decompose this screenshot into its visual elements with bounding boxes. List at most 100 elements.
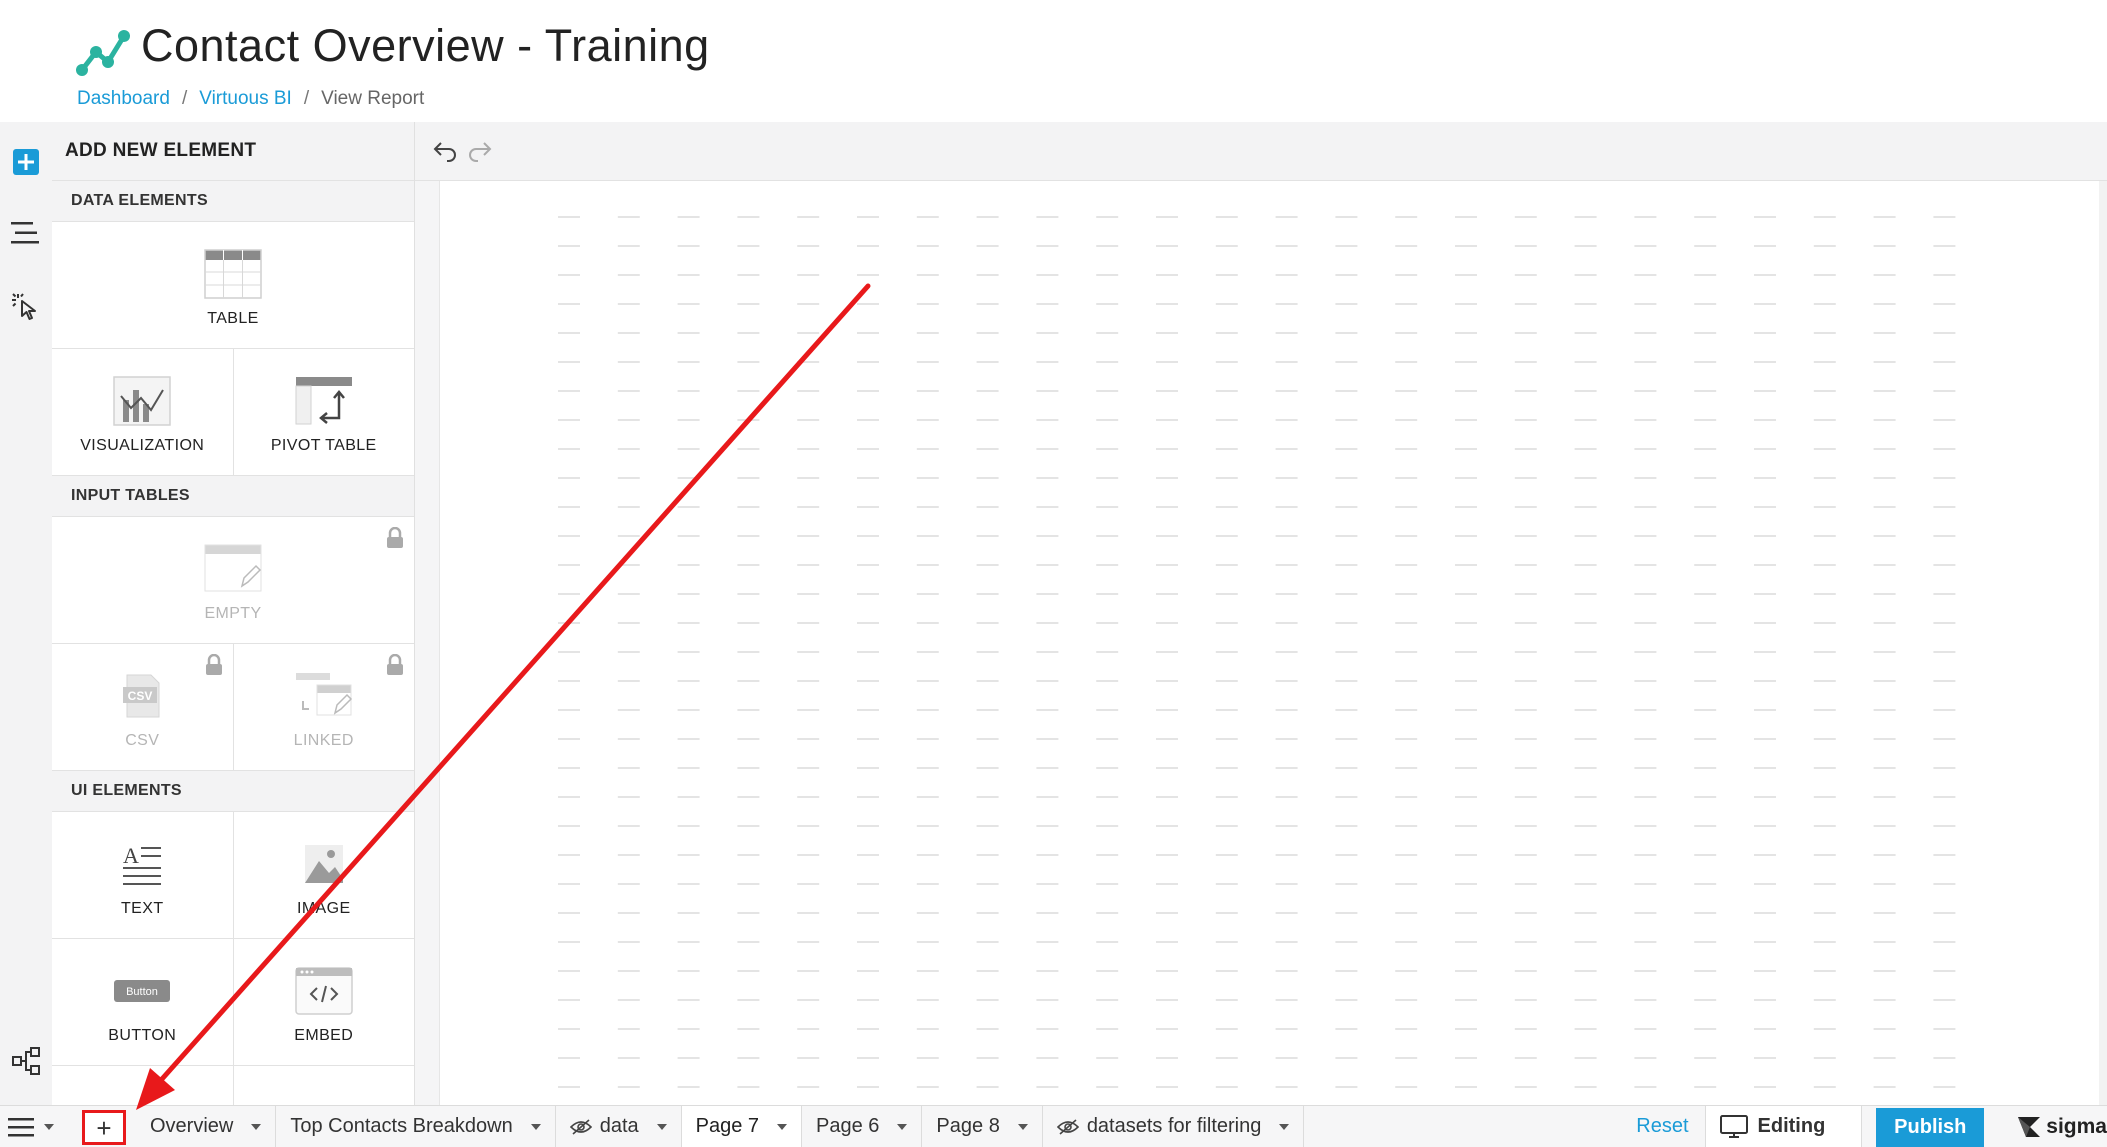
breadcrumb-virtuous-bi[interactable]: Virtuous BI — [199, 88, 292, 109]
visualization-tile[interactable]: VISUALIZATION — [52, 349, 233, 475]
tab-label: Overview — [150, 1115, 234, 1137]
tab-label: Page 6 — [816, 1115, 880, 1137]
sigma-brand: sigma — [1984, 1106, 2107, 1147]
editing-label: Editing — [1757, 1115, 1826, 1137]
embed-tile[interactable]: EMBED — [232, 939, 414, 1065]
chevron-down-icon[interactable] — [1017, 1123, 1028, 1130]
panel-title: ADD NEW ELEMENT — [52, 122, 414, 181]
tab-page-8[interactable]: Page 8 — [922, 1106, 1043, 1147]
tile-label-button: BUTTON — [108, 1027, 177, 1044]
hidden-eye-icon — [569, 1118, 592, 1135]
publish-button[interactable]: Publish — [1876, 1108, 1985, 1147]
redo-icon — [469, 142, 492, 162]
reset-button[interactable]: Reset — [1620, 1106, 1704, 1147]
tab-top-contacts-breakdown[interactable]: Top Contacts Breakdown — [276, 1106, 556, 1147]
csv-icon: CSV — [112, 670, 172, 722]
tile-label-pivot-table: PIVOT TABLE — [270, 437, 377, 454]
page-tab-bar: + Overview Top Contacts Breakdown data P… — [0, 1105, 2107, 1147]
pivot-table-icon — [294, 375, 354, 427]
breadcrumb-separator: / — [303, 88, 310, 109]
outline-button[interactable] — [7, 214, 45, 252]
outline-icon — [11, 222, 39, 244]
add-element-panel: ADD NEW ELEMENT DATA ELEMENTS TABLE VISU… — [52, 122, 415, 1105]
select-element-button[interactable] — [7, 287, 45, 325]
table-tile[interactable]: TABLE — [52, 222, 414, 348]
canvas-toolbar — [415, 122, 2107, 181]
canvas-scrollbar[interactable] — [2099, 181, 2107, 1105]
tile-label-text: TEXT — [121, 900, 164, 917]
empty-input-table-tile[interactable]: EMPTY — [52, 517, 414, 643]
embed-icon — [294, 965, 354, 1017]
tab-page-6[interactable]: Page 6 — [802, 1106, 923, 1147]
svg-text:Button: Button — [126, 986, 158, 998]
linked-tile[interactable]: LINKED — [232, 644, 414, 770]
tile-label-csv: CSV — [125, 732, 160, 749]
breadcrumb-separator: / — [181, 88, 188, 109]
text-icon: A — [112, 838, 172, 890]
tile-label-image: IMAGE — [296, 900, 351, 917]
chevron-down-icon[interactable] — [656, 1123, 667, 1130]
tile-label-embed: EMBED — [294, 1027, 354, 1044]
select-pointer-icon — [12, 293, 36, 320]
redo-button[interactable] — [465, 136, 495, 166]
svg-text:CSV: CSV — [128, 689, 153, 703]
chevron-down-icon[interactable] — [530, 1123, 541, 1130]
breadcrumb-dashboard[interactable]: Dashboard — [77, 88, 170, 109]
tile-label-table: TABLE — [207, 310, 259, 327]
page-canvas[interactable] — [440, 181, 2107, 1105]
tab-label: Page 7 — [695, 1115, 760, 1137]
table-icon — [203, 248, 263, 300]
chevron-down-icon[interactable] — [777, 1123, 788, 1130]
tab-data[interactable]: data — [556, 1106, 682, 1147]
add-page-button[interactable]: + — [82, 1110, 126, 1145]
section-input-tables: INPUT TABLES — [52, 476, 414, 517]
button-element-icon: Button — [112, 965, 172, 1017]
undo-button[interactable] — [430, 136, 460, 166]
left-icon-rail — [0, 122, 53, 1105]
tab-label: data — [599, 1115, 639, 1137]
chevron-down-icon[interactable] — [1279, 1123, 1290, 1130]
pivot-table-tile[interactable]: PIVOT TABLE — [232, 349, 414, 475]
tile-label-visualization: VISUALIZATION — [80, 437, 205, 454]
image-tile[interactable]: IMAGE — [232, 812, 414, 938]
chevron-down-icon[interactable] — [251, 1123, 262, 1130]
text-tile[interactable]: A TEXT — [52, 812, 233, 938]
svg-text:A: A — [123, 843, 139, 868]
pages-menu-button[interactable] — [0, 1106, 62, 1147]
canvas-margin — [415, 181, 440, 1105]
lock-icon — [386, 526, 404, 554]
app-logo-icon — [76, 30, 130, 76]
more-tiles-row — [52, 1066, 414, 1105]
page-title: Contact Overview - Training — [141, 20, 710, 71]
hamburger-menu-icon — [8, 1117, 34, 1136]
section-data-elements: DATA ELEMENTS — [52, 181, 414, 222]
section-ui-elements: UI ELEMENTS — [52, 771, 414, 812]
breadcrumb-current: View Report — [321, 88, 425, 109]
lineage-button[interactable] — [7, 1042, 45, 1080]
linked-table-icon — [294, 670, 354, 722]
empty-table-icon — [203, 543, 263, 595]
add-element-icon — [13, 149, 39, 175]
page-header: Contact Overview - Training Dashboard / Vi… — [0, 0, 2107, 122]
tab-label: Page 8 — [936, 1115, 1000, 1137]
brand-name: sigma — [2046, 1114, 2107, 1138]
lineage-icon — [12, 1047, 40, 1075]
tab-page-7[interactable]: Page 7 — [681, 1106, 803, 1147]
partial-tile[interactable] — [232, 1066, 414, 1105]
lock-icon — [205, 653, 223, 681]
editing-mode-button[interactable]: Editing — [1704, 1106, 1863, 1147]
hidden-eye-icon — [1056, 1118, 1079, 1135]
sigma-logo-icon — [2018, 1116, 2041, 1137]
breadcrumb: Dashboard / Virtuous BI / View Report — [77, 88, 424, 110]
tab-overview[interactable]: Overview — [136, 1106, 277, 1147]
lock-icon — [386, 653, 404, 681]
button-tile[interactable]: Button BUTTON — [52, 939, 233, 1065]
tab-datasets-for-filtering[interactable]: datasets for filtering — [1043, 1106, 1305, 1147]
add-element-button[interactable] — [7, 143, 45, 181]
partial-tile[interactable] — [52, 1066, 233, 1105]
csv-tile[interactable]: CSV CSV — [52, 644, 233, 770]
tile-label-linked: LINKED — [293, 732, 354, 749]
layout-grid — [558, 216, 1956, 1088]
visualization-icon — [112, 375, 172, 427]
chevron-down-icon[interactable] — [897, 1123, 908, 1130]
